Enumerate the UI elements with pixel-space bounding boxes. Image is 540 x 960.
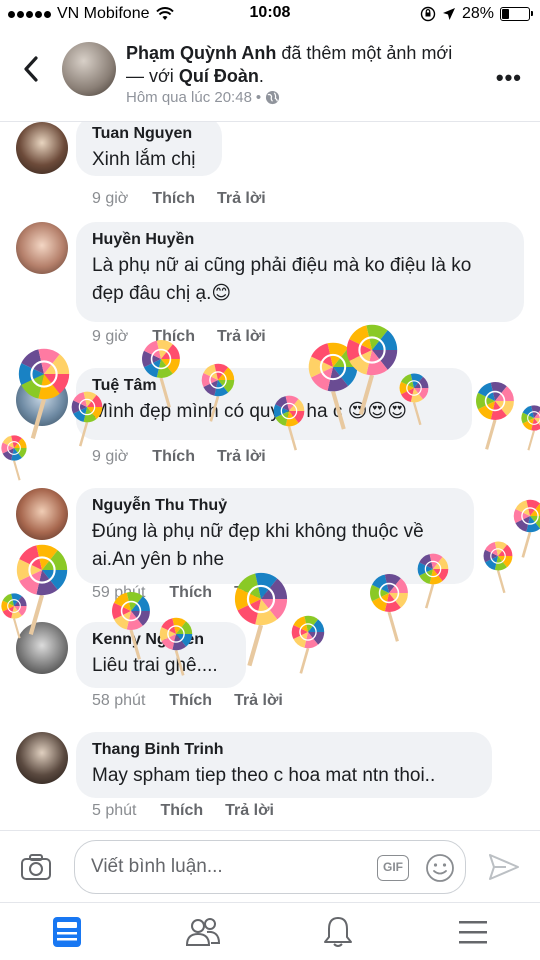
post-action: đã thêm một ảnh mới: [281, 43, 453, 63]
like-button[interactable]: Thích: [169, 692, 212, 710]
lollipop-sticker: [521, 405, 540, 451]
gif-icon[interactable]: GIF: [377, 855, 409, 881]
comment-actions: 59 phút Thích Trả lời: [92, 584, 283, 602]
comment-time: 59 phút: [92, 584, 146, 601]
comment-time: 9 giờ: [92, 448, 129, 465]
commenter-avatar[interactable]: [16, 222, 68, 274]
commenter-name[interactable]: Kenny Nguyen: [92, 630, 230, 650]
battery-icon: [500, 7, 533, 21]
lollipop-sticker: [1, 435, 27, 481]
commenter-name[interactable]: Tuệ Tâm: [92, 376, 456, 396]
comment-bubble: Thang Binh Trinh May spham tiep theo c h…: [76, 732, 492, 798]
comment-actions: 9 giờ Thích Trả lời: [92, 190, 266, 208]
post-header: Phạm Quỳnh Anh đã thêm một ảnh mới — với…: [0, 30, 540, 122]
tagged-name[interactable]: Quí Đoàn: [179, 66, 259, 86]
comment-bubble: Tuệ Tâm Mình đẹp mình có quyền ha c 😍😍😍: [76, 368, 472, 440]
lollipop-sticker: [483, 541, 513, 594]
meta-separator: •: [255, 89, 262, 106]
comment-time: 58 phút: [92, 692, 146, 709]
status-right: 28%: [420, 5, 533, 23]
commenter-avatar[interactable]: [16, 374, 68, 426]
comment-bubble: Tuan Nguyen Xinh lắm chị: [76, 122, 222, 176]
notifications-icon[interactable]: [318, 915, 358, 949]
like-button[interactable]: Thích: [152, 448, 195, 466]
like-button[interactable]: Thích: [152, 328, 195, 346]
comment-actions: 58 phút Thích Trả lời: [92, 692, 283, 710]
battery-level: [502, 9, 510, 19]
friends-icon[interactable]: [183, 915, 223, 949]
comment-time: 5 phút: [92, 802, 137, 819]
post-timestamp[interactable]: Hôm qua lúc 20:48: [126, 89, 252, 106]
reply-button[interactable]: Trả lời: [225, 802, 274, 820]
comment-input-placeholder: Viết bình luận...: [91, 856, 223, 877]
commenter-avatar[interactable]: [16, 488, 68, 540]
reply-button[interactable]: Trả lời: [234, 584, 283, 602]
commenter-name[interactable]: Nguyễn Thu Thuỷ: [92, 496, 458, 516]
camera-icon[interactable]: [20, 853, 52, 881]
like-button[interactable]: Thích: [152, 190, 195, 208]
comment-text: Liêu trai ghê....: [92, 655, 218, 676]
comment-bubble: Nguyễn Thu Thuỷ Đúng là phụ nữ đẹp khi k…: [76, 488, 474, 584]
like-button[interactable]: Thích: [169, 584, 212, 602]
comment-text-line1: Đúng là phụ nữ đẹp khi không thuộc về: [92, 521, 424, 542]
back-arrow-icon[interactable]: [18, 54, 46, 84]
more-icon[interactable]: •••: [496, 65, 522, 91]
send-icon[interactable]: [488, 853, 520, 881]
battery-percent: 28%: [461, 5, 494, 22]
commenter-name[interactable]: Tuan Nguyen: [92, 124, 206, 144]
commenter-avatar[interactable]: [16, 622, 68, 674]
with-prefix: — với: [126, 66, 174, 86]
reply-button[interactable]: Trả lời: [217, 190, 266, 208]
commenter-name[interactable]: Huyền Huyền: [92, 230, 508, 250]
status-bar: VN Mobifone 10:08 28%: [0, 0, 540, 30]
emoji-icon[interactable]: [425, 853, 455, 883]
comment-bubble: Kenny Nguyen Liêu trai ghê....: [76, 622, 246, 688]
comment-actions: 9 giờ Thích Trả lời: [92, 448, 266, 466]
comment-input[interactable]: Viết bình luận... GIF: [74, 840, 466, 894]
lollipop-sticker: [476, 382, 514, 450]
comment-actions: 5 phút Thích Trả lời: [92, 802, 274, 820]
menu-icon[interactable]: [453, 915, 493, 949]
comment-bubble: Huyền Huyền Là phụ nữ ai cũng phải điệu …: [76, 222, 524, 322]
location-icon: [442, 8, 455, 20]
comment-text: Mình đẹp mình có quyền ha c 😍😍😍: [92, 401, 408, 422]
reply-button[interactable]: Trả lời: [217, 448, 266, 466]
lollipop-sticker: [513, 499, 540, 558]
comment-composer: Viết bình luận... GIF: [0, 830, 540, 902]
comment-text-line2: đẹp đâu chị ạ.😊: [92, 283, 232, 304]
comment-text: May spham tiep theo c hoa mat ntn thoi..: [92, 765, 436, 786]
comment-time: 9 giờ: [92, 190, 129, 207]
author-avatar[interactable]: [62, 42, 116, 96]
comment-text: Xinh lắm chị: [92, 149, 196, 170]
lollipop-sticker: [291, 615, 325, 674]
comment-time: 9 giờ: [92, 328, 129, 345]
post-meta: Hôm qua lúc 20:48 •: [126, 89, 280, 106]
globe-icon: [266, 90, 280, 105]
comment-actions: 9 giờ Thích Trả lời: [92, 328, 266, 346]
commenter-name[interactable]: Thang Binh Trinh: [92, 740, 476, 760]
comment-text-line2: ai.An yên b nhe: [92, 549, 225, 570]
commenter-avatar[interactable]: [16, 732, 68, 784]
comments-list: Tuan Nguyen Xinh lắm chị 9 giờ Thích Trả…: [0, 122, 540, 830]
orientation-lock-icon: [420, 6, 436, 22]
reply-button[interactable]: Trả lời: [234, 692, 283, 710]
author-name[interactable]: Phạm Quỳnh Anh: [126, 43, 276, 63]
comment-text-line1: Là phụ nữ ai cũng phải điệu mà ko điệu l…: [92, 255, 472, 276]
like-button[interactable]: Thích: [160, 802, 203, 820]
tab-bar: [0, 902, 540, 960]
commenter-avatar[interactable]: [16, 122, 68, 174]
reply-button[interactable]: Trả lời: [217, 328, 266, 346]
news-feed-icon[interactable]: [47, 915, 87, 949]
post-header-text: Phạm Quỳnh Anh đã thêm một ảnh mới — với…: [126, 43, 453, 86]
